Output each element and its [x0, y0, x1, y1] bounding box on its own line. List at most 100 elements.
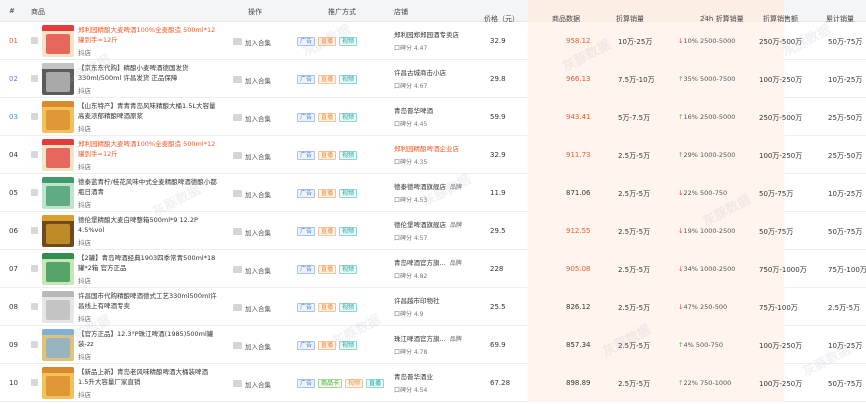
promo-tag: 视频 — [339, 151, 358, 160]
row-checkbox[interactable] — [31, 151, 38, 158]
promo-tag: 视频 — [339, 75, 358, 84]
add-to-collection-button[interactable]: 加入合集 — [245, 227, 271, 237]
goods-score: 943.41 — [566, 113, 591, 121]
shop-type-label: 抖店 — [78, 391, 91, 399]
collection-icon[interactable] — [233, 190, 242, 197]
row-checkbox[interactable] — [31, 265, 38, 272]
add-to-collection-button[interactable]: 加入合集 — [245, 265, 271, 275]
row-checkbox[interactable] — [31, 189, 38, 196]
product-title[interactable]: 许昌国市代购精酿啤酒德式工艺330ml500ml许昌线上有啤酒专卖 — [78, 291, 218, 311]
total-sales: 10万-25万 — [828, 342, 863, 350]
table-row[interactable]: 02 【京东东代购】精酿小麦啤酒德国发货330ml/500ml 许昌发货 正品保… — [0, 60, 866, 98]
store-name[interactable]: 郑利园精酿啤酒企业店 — [394, 144, 459, 154]
product-title[interactable]: 【新品上新】青岛老风味精酿啤酒大桶装啤酒1.5升大容量厂家直销 — [78, 367, 218, 387]
row-checkbox[interactable] — [31, 75, 38, 82]
sort-icon[interactable]: ⇅ — [554, 14, 559, 21]
add-to-collection-button[interactable]: 加入合集 — [245, 189, 271, 199]
product-thumbnail[interactable] — [42, 291, 74, 323]
sales-24h: ↑16% 2500-5000 — [678, 113, 736, 121]
store-score: 口碑分 4.35 — [394, 159, 428, 166]
add-to-collection-button[interactable]: 加入合集 — [245, 37, 271, 47]
store-name[interactable]: 许昌古城商击小店 — [394, 68, 446, 78]
collection-icon[interactable] — [233, 152, 242, 159]
promo-tags: 广告 直播 视频 — [297, 37, 358, 46]
rank-number: 02 — [9, 75, 18, 83]
row-checkbox[interactable] — [31, 379, 38, 386]
product-thumbnail[interactable] — [42, 25, 74, 57]
promo-tag: 直播 — [318, 37, 337, 46]
store-name[interactable]: 珠江啤酒官方旗... 品牌 — [394, 334, 462, 345]
table-row[interactable]: 09 【官方正品】12.3°P珠江啤酒(1985)500ml罐装-zz 抖店 加… — [0, 326, 866, 364]
product-thumbnail[interactable] — [42, 63, 74, 95]
add-to-collection-button[interactable]: 加入合集 — [245, 341, 271, 351]
promo-tag: 视频 — [339, 37, 358, 46]
sort-icon[interactable]: ⇅ — [765, 14, 770, 21]
row-checkbox[interactable] — [31, 113, 38, 120]
sales-range: 2.5万-5万 — [618, 380, 651, 388]
promo-tag: 广告 — [297, 113, 316, 122]
promo-tag: 广告 — [297, 189, 316, 198]
row-checkbox[interactable] — [31, 227, 38, 234]
store-name[interactable]: 青岛晋华啤酒 — [394, 106, 433, 116]
product-title[interactable]: 郑利园精酿大麦啤酒100%全麦酿造 500ml*12罐到手=12斤 — [78, 25, 218, 45]
store-name[interactable]: 德泰德啤酒旗舰店 品牌 — [394, 182, 462, 193]
product-title[interactable]: 【2罐】青岛啤酒经典1903四季常青500ml*18罐*2箱 官方正品 — [78, 253, 218, 273]
table-row[interactable]: 08 许昌国市代购精酿啤酒德式工艺330ml500ml许昌线上有啤酒专卖 抖店 … — [0, 288, 866, 326]
collection-icon[interactable] — [233, 380, 242, 387]
collection-icon[interactable] — [233, 38, 242, 45]
store-name[interactable]: 青岛晋华酒业 — [394, 372, 433, 382]
sort-icon[interactable]: ⇅ — [828, 14, 833, 21]
product-title[interactable]: 郑利园精酿大麦啤酒100%全麦酿造 500ml*12罐到手=12斤 — [78, 139, 218, 159]
add-to-collection-button[interactable]: 加入合集 — [245, 379, 271, 389]
product-thumbnail[interactable] — [42, 329, 74, 361]
collection-icon[interactable] — [233, 114, 242, 121]
table-row[interactable]: 03 【山东特产】青青青岛风味精酿大桶1.5L大容量高麦浓郁精酿啤酒原浆 抖店 … — [0, 98, 866, 136]
table-row[interactable]: 01 郑利园精酿大麦啤酒100%全麦酿造 500ml*12罐到手=12斤 抖店 … — [0, 22, 866, 60]
row-checkbox[interactable] — [31, 303, 38, 310]
store-badge: 品牌 — [449, 336, 462, 343]
store-name[interactable]: 许昌越市印物社 — [394, 296, 440, 306]
product-thumbnail[interactable] — [42, 101, 74, 133]
collection-icon[interactable] — [233, 342, 242, 349]
rank-number: 06 — [9, 227, 18, 235]
collection-icon[interactable] — [233, 304, 242, 311]
table-row[interactable]: 05 德泰蓝青柠/桂花风味中式全麦精酿啤酒德酿小都瓶日酒青 抖店 加入合集 广告… — [0, 174, 866, 212]
product-thumbnail[interactable] — [42, 177, 74, 209]
table-row[interactable]: 10 【新品上新】青岛老风味精酿啤酒大桶装啤酒1.5升大容量厂家直销 抖店 加入… — [0, 364, 866, 402]
row-checkbox[interactable] — [31, 37, 38, 44]
rank-number: 01 — [9, 37, 18, 45]
store-name[interactable]: 青岛啤酒官方旗... 品牌 — [394, 258, 462, 269]
sort-icon[interactable]: ⇅ — [486, 14, 491, 21]
add-to-collection-button[interactable]: 加入合集 — [245, 303, 271, 313]
rank-number: 04 — [9, 151, 18, 159]
table-row[interactable]: 07 【2罐】青岛啤酒经典1903四季常青500ml*18罐*2箱 官方正品 抖… — [0, 250, 866, 288]
promo-tag: 广告 — [297, 341, 316, 350]
product-thumbnail[interactable] — [42, 215, 74, 247]
sort-icon[interactable]: ⇅ — [618, 14, 623, 21]
collection-icon[interactable] — [233, 228, 242, 235]
product-thumbnail[interactable] — [42, 367, 74, 399]
product-title[interactable]: 【山东特产】青青青岛风味精酿大桶1.5L大容量高麦浓郁精酿啤酒原浆 — [78, 101, 218, 121]
row-checkbox[interactable] — [31, 341, 38, 348]
store-name[interactable]: 德伦堡啤酒旗舰店 品牌 — [394, 220, 462, 231]
add-to-collection-button[interactable]: 加入合集 — [245, 151, 271, 161]
add-to-collection-button[interactable]: 加入合集 — [245, 75, 271, 85]
product-title[interactable]: 德伦堡精酿大麦白啤整箱500ml*9 12.2P 4.5%vol — [78, 215, 218, 235]
product-title[interactable]: 【官方正品】12.3°P珠江啤酒(1985)500ml罐装-zz — [78, 329, 218, 349]
collection-icon[interactable] — [233, 266, 242, 273]
promo-tag: 直播 — [318, 265, 337, 274]
add-to-collection-button[interactable]: 加入合集 — [245, 113, 271, 123]
promo-tag: 直播 — [318, 341, 337, 350]
sort-icon[interactable]: ⇅ — [702, 14, 707, 21]
table-header: # 商品 操作 推广方式 店铺 价格（元） ⇅ 商品数据 ⇅ 折算销量 ⇅ 24h 折… — [0, 0, 866, 23]
product-title[interactable]: 德泰蓝青柠/桂花风味中式全麦精酿啤酒德酿小都瓶日酒青 — [78, 177, 218, 197]
product-thumbnail[interactable] — [42, 139, 74, 171]
total-sales: 10万-25万 — [828, 190, 863, 198]
collection-icon[interactable] — [233, 76, 242, 83]
product-title[interactable]: 【京东东代购】精酿小麦啤酒德国发货330ml/500ml 许昌发货 正品保障 — [78, 63, 218, 83]
store-name[interactable]: 郑利园郑郑园酒专卖店 — [394, 30, 459, 40]
product-thumbnail[interactable] — [42, 253, 74, 285]
table-row[interactable]: 06 德伦堡精酿大麦白啤整箱500ml*9 12.2P 4.5%vol 抖店 加… — [0, 212, 866, 250]
table-row[interactable]: 04 郑利园精酿大麦啤酒100%全麦酿造 500ml*12罐到手=12斤 抖店 … — [0, 136, 866, 174]
total-sales: 75万-100万 — [828, 266, 866, 274]
